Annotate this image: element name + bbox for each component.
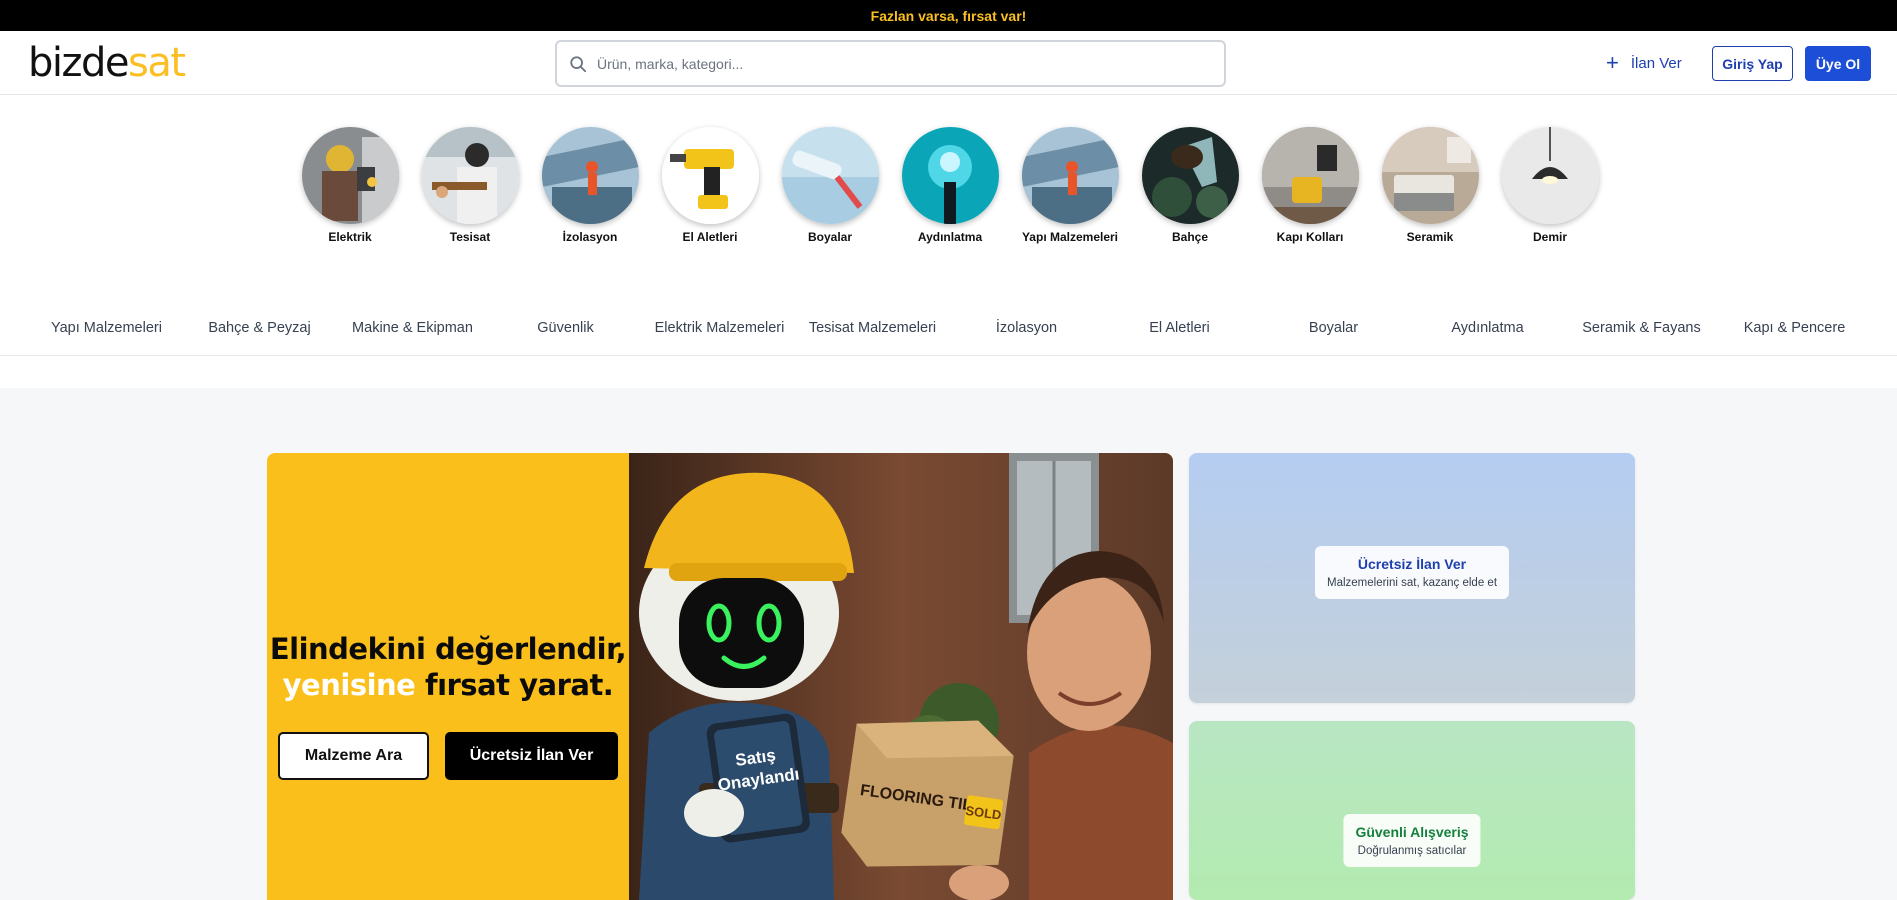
category-nav-item[interactable]: Bahçe & Peyzaj (183, 320, 336, 336)
post-ad-link[interactable]: + İlan Ver (1606, 51, 1682, 75)
secure-shopping-pill[interactable]: Güvenli Alışveriş Doğrulanmış satıcılar (1343, 814, 1481, 867)
garden-photo-icon (1141, 127, 1239, 224)
category-nav-item[interactable]: Kapı & Pencere (1718, 320, 1871, 336)
category-nav-item[interactable]: Elektrik Malzemeleri (643, 320, 796, 336)
building-materials-photo-icon (1021, 127, 1119, 224)
hero-headline: Elindekini değerlendir, yenisine fırsat … (267, 631, 629, 703)
free-listing-pill[interactable]: Ücretsiz İlan Ver Malzemelerini sat, kaz… (1314, 546, 1510, 599)
login-button[interactable]: Giriş Yap (1712, 46, 1793, 81)
category-nav-item[interactable]: Yapı Malzemeleri (30, 320, 183, 336)
hero-headline-highlight: yenisine (282, 668, 416, 702)
free-post-ad-button[interactable]: Ücretsiz İlan Ver (445, 732, 618, 780)
signup-button[interactable]: Üye Ol (1805, 46, 1871, 81)
category-nav-item[interactable]: İzolasyon (950, 320, 1103, 336)
promo-text: Fazlan varsa, fırsat var! (870, 7, 1027, 24)
category-circle-label: El Aletleri (682, 230, 738, 244)
material-search-button[interactable]: Malzeme Ara (278, 732, 429, 780)
category-circle-tesisat[interactable]: Tesisat (410, 127, 530, 244)
hero-headline-line1: Elindekini değerlendir, (269, 632, 627, 666)
secure-shopping-card[interactable]: Güvenli Alışveriş Doğrulanmış satıcılar (1189, 721, 1635, 900)
category-nav-item[interactable]: Boyalar (1257, 320, 1410, 336)
category-circle-label: Yapı Malzemeleri (1021, 230, 1119, 244)
category-circle-boyalar[interactable]: Boyalar (770, 127, 890, 244)
hero-headline-rest: fırsat yarat. (424, 668, 614, 702)
category-circle-yapi-malzemeleri[interactable]: Yapı Malzemeleri (1010, 127, 1130, 244)
category-circle-label: İzolasyon (562, 230, 618, 244)
category-circle-label: Bahçe (1171, 230, 1209, 244)
category-circle-elektrik[interactable]: Elektrik (290, 127, 410, 244)
plumber-photo-icon (421, 127, 519, 224)
search-input[interactable] (597, 55, 1224, 72)
post-ad-label: İlan Ver (1630, 54, 1682, 72)
promo-topbar: Fazlan varsa, fırsat var! (0, 0, 1897, 31)
free-listing-title: Ücretsiz İlan Ver (1357, 556, 1467, 572)
plus-icon: + (1606, 50, 1619, 75)
hero-headline-line2: yenisine fırsat yarat. (267, 667, 629, 703)
hero-banner: Elindekini değerlendir, yenisine fırsat … (267, 453, 1173, 900)
lighting-photo-icon (901, 127, 999, 224)
category-nav: Yapı Malzemeleri Bahçe & Peyzaj Makine &… (0, 306, 1897, 356)
category-nav-item[interactable]: Tesisat Malzemeleri (796, 320, 949, 336)
category-nav-item[interactable]: El Aletleri (1103, 320, 1256, 336)
category-circle-label: Seramik (1406, 230, 1454, 244)
logo-part-sat: sat (128, 40, 186, 86)
category-circle-aydinlatma[interactable]: Aydınlatma (890, 127, 1010, 244)
category-circle-label: Demir (1532, 230, 1567, 244)
insulation-photo-icon (541, 127, 639, 224)
category-circle-label: Elektrik (328, 230, 372, 244)
category-circle-label: Kapı Kolları (1276, 230, 1344, 244)
site-logo[interactable]: bizdesat (28, 40, 186, 86)
door-handle-photo-icon (1261, 127, 1359, 224)
category-nav-item[interactable]: Güvenlik (489, 320, 642, 336)
category-nav-item[interactable]: Aydınlatma (1411, 320, 1564, 336)
category-circle-izolasyon[interactable]: İzolasyon (530, 127, 650, 244)
paint-roller-photo-icon (781, 127, 879, 224)
category-circle-bahce[interactable]: Bahçe (1130, 127, 1250, 244)
electrician-photo-icon (301, 127, 399, 224)
category-nav-item[interactable]: Seramik & Fayans (1565, 320, 1718, 336)
ceramic-photo-icon (1381, 127, 1479, 224)
category-circle-label: Boyalar (807, 230, 853, 244)
category-circle-label: Tesisat (449, 230, 491, 244)
secure-shopping-subtitle: Doğrulanmış satıcılar (1357, 845, 1467, 857)
category-circle-el-aletleri[interactable]: El Aletleri (650, 127, 770, 244)
pendant-lamp-photo-icon (1501, 127, 1599, 224)
logo-part-bizde: bizde (28, 40, 130, 86)
free-listing-subtitle: Malzemelerini sat, kazanç elde et (1326, 577, 1498, 589)
free-listing-card[interactable]: Ücretsiz İlan Ver Malzemelerini sat, kaz… (1189, 453, 1635, 703)
secure-shopping-title: Güvenli Alışveriş (1355, 824, 1469, 840)
search-bar[interactable] (555, 40, 1226, 87)
category-circles: Elektrik Tesisat İzolasyon El Aletleri B… (0, 127, 1897, 247)
site-header: bizdesat + İlan Ver Giriş Yap Üye Ol (0, 31, 1897, 95)
hero-illustration: Satış Onaylandı FLOORING TILES SOLD (629, 453, 1173, 900)
category-nav-item[interactable]: Makine & Ekipman (336, 320, 489, 336)
drill-photo-icon (661, 127, 759, 224)
category-circle-seramik[interactable]: Seramik (1370, 127, 1490, 244)
search-icon (570, 55, 587, 72)
category-circle-kapi-kollari[interactable]: Kapı Kolları (1250, 127, 1370, 244)
category-circle-demir[interactable]: Demir (1490, 127, 1610, 244)
category-circle-label: Aydınlatma (917, 230, 983, 244)
